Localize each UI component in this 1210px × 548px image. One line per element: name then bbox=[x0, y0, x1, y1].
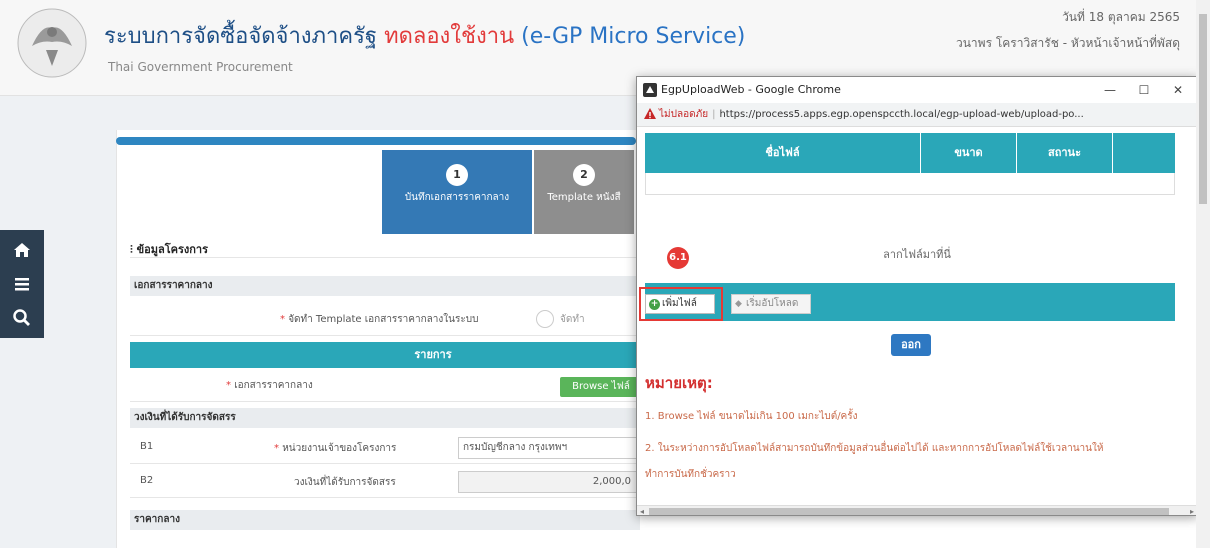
popup-titlebar[interactable]: EgpUploadWeb - Google Chrome — ☐ ✕ bbox=[637, 77, 1197, 103]
system-title: ระบบการจัดซื้อจัดจ้างภาครัฐ ทดลองใช้งาน … bbox=[104, 18, 745, 53]
step-number: 2 bbox=[573, 164, 595, 186]
col-action bbox=[1113, 133, 1175, 173]
section-price: ราคากลาง bbox=[130, 510, 640, 530]
template-option-label: จัดทำ bbox=[560, 314, 585, 325]
page-vertical-scrollbar[interactable] bbox=[1196, 0, 1210, 548]
address-bar[interactable]: ไม่ปลอดภัย | https://process5.apps.egp.ope… bbox=[637, 103, 1197, 127]
current-date: วันที่ 18 ตุลาคม 2565 bbox=[1062, 10, 1180, 24]
maximize-button[interactable]: ☐ bbox=[1133, 81, 1155, 99]
page-scroll-thumb[interactable] bbox=[1199, 14, 1207, 204]
user-info[interactable]: วนาพร โคราวิสารัช - หัวหน้าเจ้าหน้าที่พั… bbox=[956, 34, 1180, 53]
url-text: https://process5.apps.egp.openspccth.loc… bbox=[719, 109, 1084, 120]
section-budget: วงเงินที่ได้รับการจัดสรร bbox=[130, 408, 640, 428]
popup-title: EgpUploadWeb - Google Chrome bbox=[661, 83, 841, 96]
browse-file-button[interactable]: Browse ไฟล์ bbox=[560, 377, 642, 397]
scroll-left-icon[interactable]: ◂ bbox=[640, 507, 644, 515]
close-window-button[interactable]: ✕ bbox=[1167, 81, 1189, 99]
step-number: 1 bbox=[446, 164, 468, 186]
divider bbox=[130, 232, 640, 258]
ref-doc-label-text: เอกสารราคากลาง bbox=[234, 380, 313, 391]
template-row: * จัดทำ Template เอกสารราคากลางในระบบ จั… bbox=[130, 304, 640, 336]
insecure-label: ไม่ปลอดภัย bbox=[659, 109, 709, 120]
home-icon[interactable] bbox=[12, 240, 32, 260]
step-2-tab[interactable]: 2 Template หนังสื bbox=[534, 150, 634, 234]
scroll-right-icon[interactable]: ▸ bbox=[1190, 507, 1194, 515]
b1-code: B1 bbox=[140, 441, 154, 452]
b2-label: วงเงินที่ได้รับการจัดสรร bbox=[294, 477, 396, 488]
start-upload-label: เริ่มอัปโหลด bbox=[746, 298, 799, 309]
scroll-thumb[interactable] bbox=[649, 508, 1169, 515]
title-micro: (e-GP Micro Service) bbox=[521, 24, 746, 49]
b1-input[interactable]: กรมบัญชีกลาง กรุงเทพฯ bbox=[458, 437, 638, 459]
step-1-tab[interactable]: 1 บันทึกเอกสารราคากลาง bbox=[382, 150, 532, 234]
b2-code: B2 bbox=[140, 475, 154, 486]
b2-input[interactable]: 2,000,0 bbox=[458, 471, 638, 493]
horizontal-scrollbar[interactable]: ◂ ▸ bbox=[637, 505, 1197, 515]
menu-icon[interactable] bbox=[12, 274, 32, 294]
col-filename: ชื่อไฟล์ bbox=[645, 133, 921, 173]
list-header: รายการ bbox=[226, 342, 640, 368]
drop-zone-text[interactable]: ลากไฟล์มาที่นี่ bbox=[637, 245, 1197, 263]
file-table-header: ชื่อไฟล์ ขนาด สถานะ bbox=[645, 133, 1175, 173]
highlight-box bbox=[639, 287, 723, 321]
garuda-logo bbox=[17, 8, 87, 78]
search-icon[interactable] bbox=[12, 308, 32, 328]
title-trial: ทดลองใช้งาน bbox=[384, 24, 515, 49]
minimize-button[interactable]: — bbox=[1099, 81, 1121, 99]
progress-bar bbox=[116, 137, 636, 145]
section-ref-docs: เอกสารราคากลาง bbox=[130, 276, 640, 296]
warning-icon bbox=[644, 108, 656, 119]
title-main: ระบบการจัดซื้อจัดจ้างภาครัฐ bbox=[104, 24, 378, 49]
note-line-2: 2. ในระหว่างการอัปโหลดไฟล์สามารถบันทึกข้… bbox=[645, 443, 1104, 454]
file-table-body bbox=[645, 173, 1175, 195]
template-field-label: * จัดทำ Template เอกสารราคากลางในระบบ bbox=[280, 314, 479, 325]
col-size: ขนาด bbox=[921, 133, 1017, 173]
step-label: Template หนังสื bbox=[547, 192, 621, 203]
step-label: บันทึกเอกสารราคากลาง bbox=[404, 192, 510, 203]
start-upload-button[interactable]: ◆ เริ่มอัปโหลด bbox=[731, 294, 811, 314]
exit-button[interactable]: ออก bbox=[891, 334, 931, 356]
template-label-text: จัดทำ Template เอกสารราคากลางในระบบ bbox=[288, 314, 479, 325]
step-badge: 6.1 bbox=[667, 247, 689, 269]
system-subtitle: Thai Government Procurement bbox=[108, 60, 293, 74]
list-header-left bbox=[130, 342, 226, 368]
upload-popup-window: EgpUploadWeb - Google Chrome — ☐ ✕ ไม่ปล… bbox=[636, 76, 1198, 516]
upload-toolbar bbox=[645, 283, 1175, 321]
template-radio[interactable] bbox=[536, 310, 554, 328]
ref-doc-label: * เอกสารราคากลาง bbox=[226, 380, 313, 391]
side-rail bbox=[0, 230, 44, 338]
chrome-icon bbox=[643, 83, 657, 97]
note-line-3: ทำการบันทึกชั่วคราว bbox=[645, 469, 736, 480]
note-title: หมายเหตุ: bbox=[645, 374, 713, 392]
col-status: สถานะ bbox=[1017, 133, 1113, 173]
b1-field-label: * หน่วยงานเจ้าของโครงการ bbox=[274, 443, 397, 454]
upload-icon: ◆ bbox=[735, 299, 742, 309]
note-line-1: 1. Browse ไฟล์ ขนาดไม่เกิน 100 เมกะไบต์/… bbox=[645, 411, 858, 422]
b1-label-text: หน่วยงานเจ้าของโครงการ bbox=[282, 443, 397, 454]
